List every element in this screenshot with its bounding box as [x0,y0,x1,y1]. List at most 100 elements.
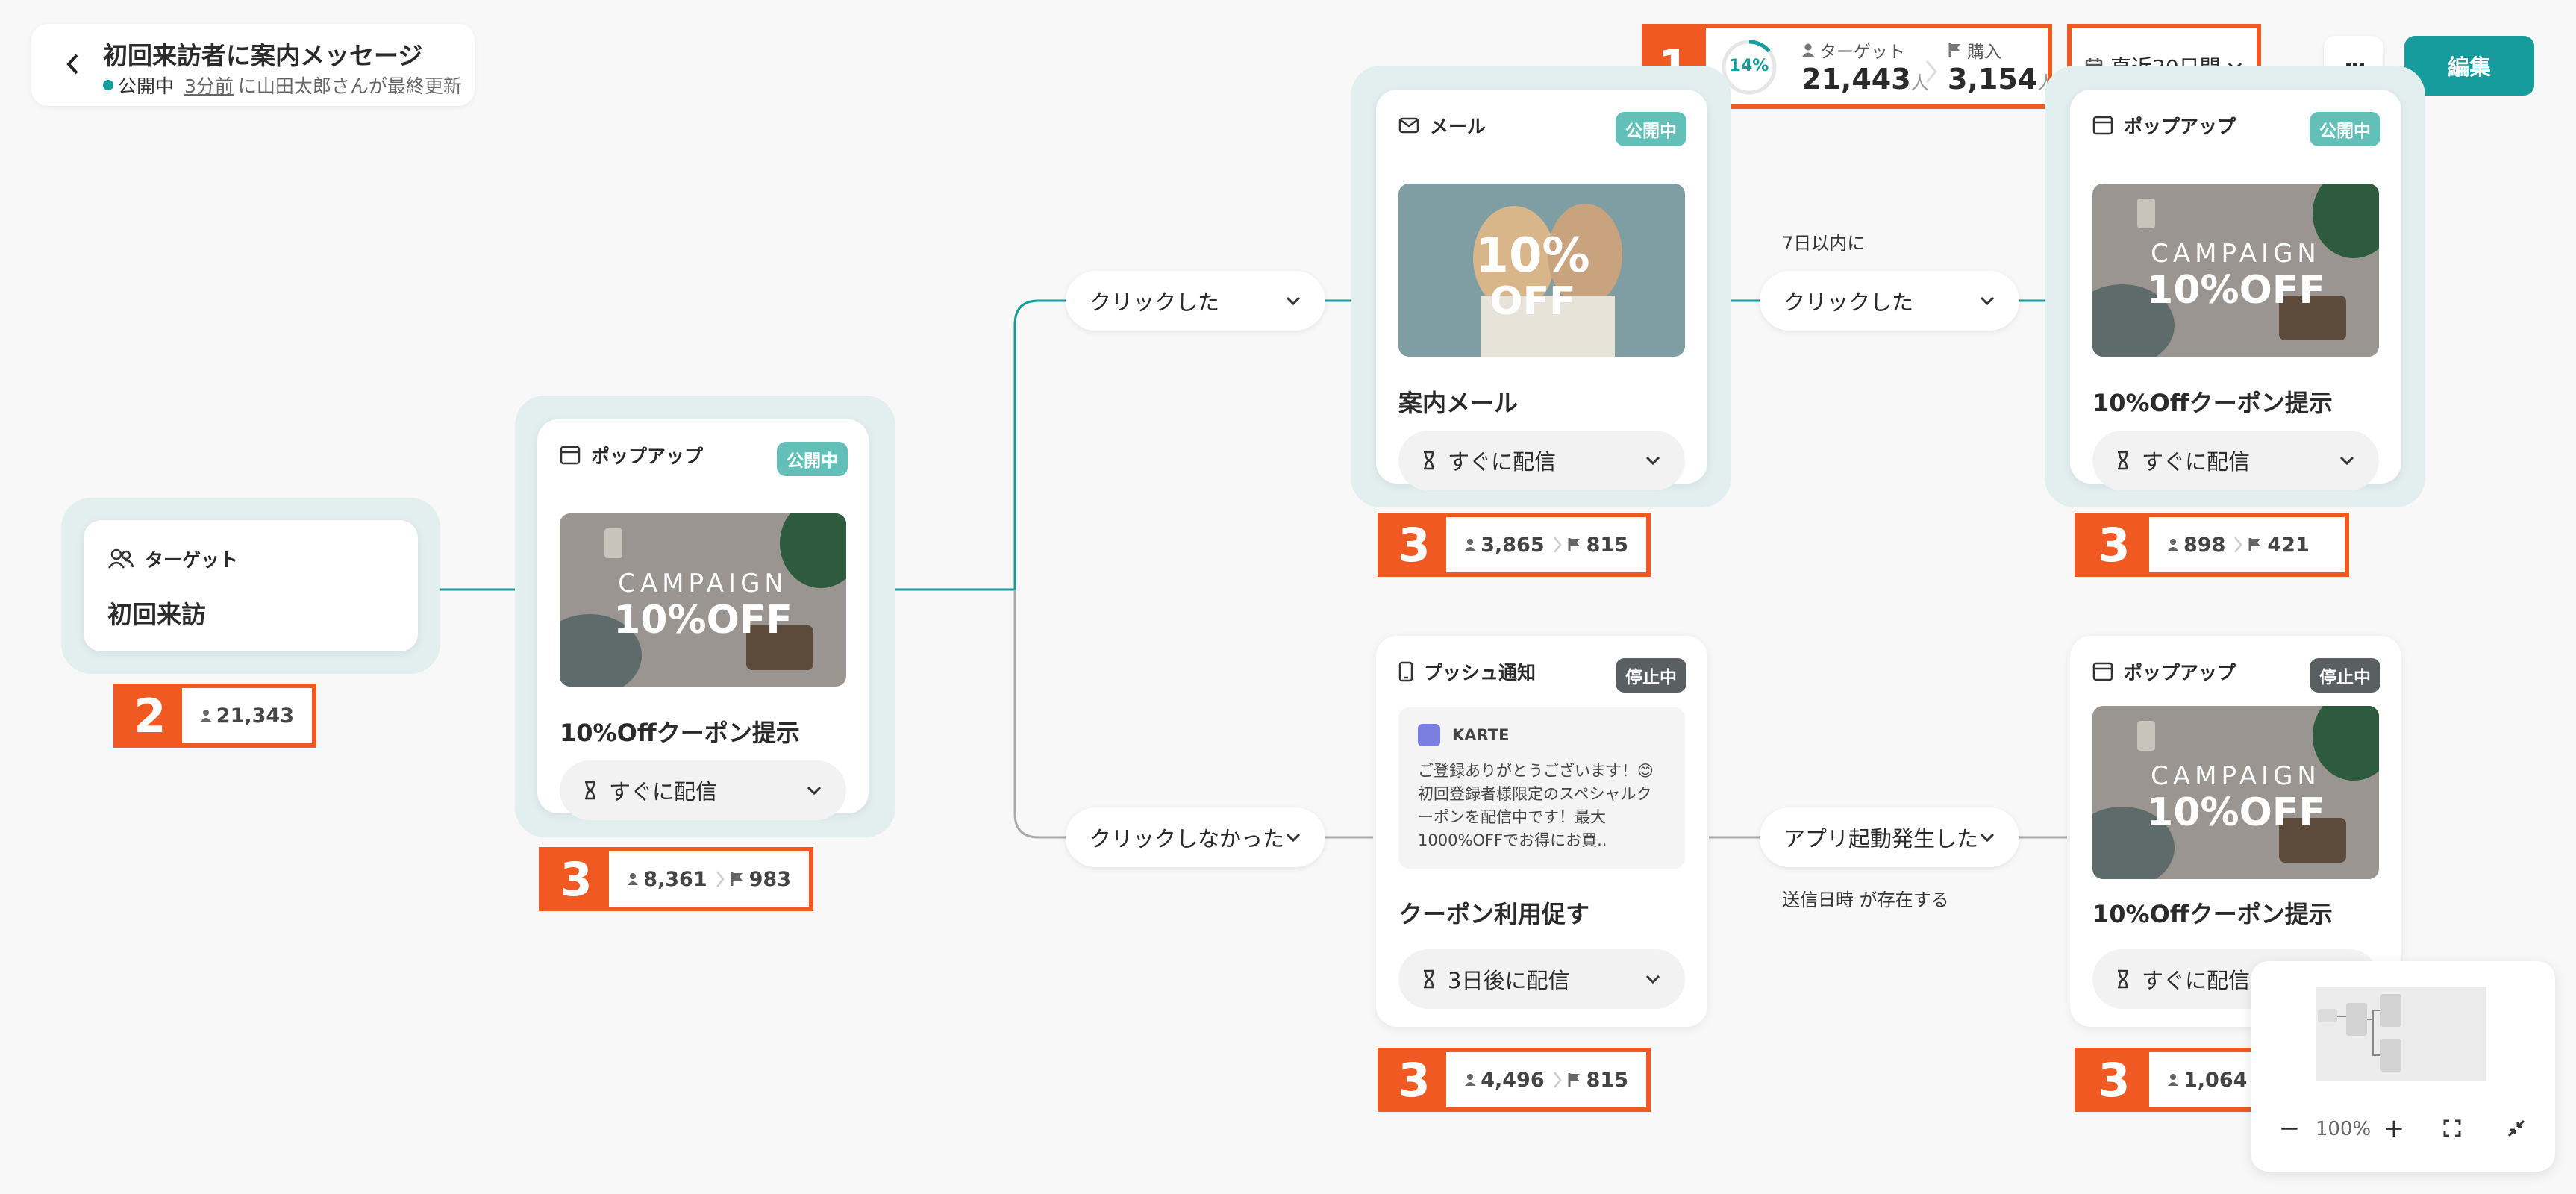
user-icon [200,710,211,722]
zoom-in-button[interactable]: + [2379,1113,2409,1143]
flag-icon [1948,43,1960,57]
condition-clicked-within-dropdown[interactable]: クリックした [1760,271,2019,331]
popup2-node[interactable]: ポップアップ 公開中 CAMPAIGN 10%OFF 10%Offクーポン提示 … [2070,90,2401,490]
svg-text:10%OFF: 10%OFF [2146,790,2325,835]
page-title: 初回来訪者に案内メッセージ [103,41,423,70]
user-icon [1465,1074,1476,1086]
popup1-title: 10%Offクーポン提示 [560,719,800,747]
user-icon [1802,43,1814,57]
popup-icon [560,446,581,465]
collapse-minimap-button[interactable] [2501,1113,2531,1143]
popup2-delivery-label: すぐに配信 [2142,449,2251,475]
push-delivery-dropdown[interactable]: 3日後に配信 [1398,949,1685,1009]
chevron-right-icon [1553,1072,1562,1088]
mail-conversions: 815 [1586,533,1628,557]
chevron-down-icon [1980,833,1995,843]
status-dot [103,80,113,90]
popup2-campaign-image: CAMPAIGN 10%OFF [2092,184,2379,357]
condition-not-clicked-dropdown[interactable]: クリックしなかった [1066,807,1325,867]
chevron-down-icon [1645,975,1660,984]
push-conversions: 815 [1586,1068,1628,1092]
svg-text:CAMPAIGN: CAMPAIGN [2151,761,2321,791]
popup1-users: 8,361 [643,867,707,891]
flag-icon [2248,538,2261,551]
hourglass-icon [1424,969,1434,989]
target-stats: 2 21,343 [113,684,316,748]
popup1-delivery-dropdown[interactable]: すぐに配信 [560,760,846,820]
popup3-status-badge: 停止中 [2310,658,2380,693]
header-panel: 初回来訪者に案内メッセージ 公開中 3分前 に山田太郎さんが最終更新 [31,24,475,106]
chevron-right-icon [2234,537,2242,553]
smartphone-icon [1398,661,1413,682]
chevron-down-icon [1645,456,1660,466]
mail-delivery-dropdown[interactable]: すぐに配信 [1398,431,1685,490]
push-node[interactable]: プッシュ通知 停止中 KARTE ご登録ありがとうございます！😊初回登録者様限定… [1376,636,1707,1027]
users-icon [107,548,134,569]
condition-clicked-within-label: クリックした [1783,290,1914,315]
fit-screen-button[interactable] [2437,1113,2467,1143]
popup2-status-badge: 公開中 [2310,112,2380,146]
zoom-out-button[interactable]: − [2275,1113,2304,1143]
popup1-marker-3: 3 [543,851,610,907]
condition-clicked-label: クリックした [1090,290,1220,315]
mail-title: 案内メール [1398,389,1519,417]
back-button[interactable] [58,48,88,81]
mail-delivery-label: すぐに配信 [1448,449,1557,475]
mail-header: メール [1398,112,1486,139]
user-icon [1465,539,1476,551]
condition-clicked-dropdown[interactable]: クリックした [1066,271,1325,331]
push-users: 4,496 [1481,1068,1545,1092]
svg-text:CAMPAIGN: CAMPAIGN [618,569,788,598]
push-message: ご登録ありがとうございます！😊初回登録者様限定のスペシャルクーポンを配信中です！… [1418,762,1654,849]
popup2-delivery-dropdown[interactable]: すぐに配信 [2092,431,2379,490]
popup-icon [2092,116,2113,135]
popup3-users: 1,064 [2183,1068,2248,1092]
popup3-header: ポップアップ [2092,658,2236,685]
chevron-right-icon [1925,60,1937,83]
mail-campaign-image: 10% OFF [1398,184,1685,357]
target-marker-2: 2 [118,688,182,743]
popup2-users: 898 [2183,533,2226,557]
push-marker-3: 3 [1382,1052,1447,1107]
popup1-stats: 3 8,361 983 [539,847,813,911]
popup3-campaign-image: CAMPAIGN 10%OFF [2092,706,2379,879]
popup1-conversions: 983 [748,867,791,891]
chevron-right-icon [1553,537,1562,553]
popup2-title: 10%Offクーポン提示 [2092,389,2333,417]
target-users: 21,343 [216,704,294,728]
hourglass-icon [585,781,595,800]
purchase-value: 3,154人 [1948,63,2056,96]
minimap-canvas[interactable] [2316,987,2486,1081]
target-node[interactable]: ターゲット 初回来訪 [84,520,418,651]
chevron-down-icon [1980,296,1995,306]
svg-text:10%OFF: 10%OFF [613,598,793,643]
user-icon [2168,539,2178,551]
purchase-label: 購入 [1948,37,2001,63]
chevron-down-icon [1286,296,1301,306]
zoom-level: 100% [2315,1118,2372,1140]
mail-users: 3,865 [1481,533,1545,557]
condition-app-launch-label: アプリ起動発生した [1783,826,1979,851]
push-status-badge: 停止中 [1616,658,1686,693]
status-text: 公開中 [118,75,175,97]
popup1-campaign-image: CAMPAIGN 10%OFF [560,513,846,687]
condition-app-launch-dropdown[interactable]: アプリ起動発生した [1760,807,2019,867]
popup2-header: ポップアップ [2092,112,2236,139]
user-icon [2168,1074,2178,1086]
send-date-note: 送信日時 が存在する [1782,890,1949,910]
push-preview: KARTE ご登録ありがとうございます！😊初回登録者様限定のスペシャルクーポンを… [1398,707,1685,869]
updated-time-link[interactable]: 3分前 [184,72,234,99]
svg-text:10%: 10% [1475,228,1589,284]
hourglass-icon [2118,969,2128,989]
svg-text:OFF: OFF [1489,279,1575,324]
popup1-node[interactable]: ポップアップ 公開中 CAMPAIGN 10%OFF 10%Offクーポン提示 … [537,419,869,820]
condition-not-clicked-label: クリックしなかった [1090,826,1285,851]
minimap-panel: − 100% + [2251,961,2555,1172]
header-status-line: 公開中 3分前 に山田太郎さんが最終更新 [103,72,462,99]
flag-icon [1568,538,1580,551]
target-node-header: ターゲット [107,546,238,572]
target-value: 21,443人 [1801,63,1929,96]
progress-percent: 14% [1729,57,1769,75]
mail-node[interactable]: メール 公開中 10% OFF 案内メール すぐに配信 [1376,90,1707,490]
chevron-down-icon [1286,833,1301,843]
